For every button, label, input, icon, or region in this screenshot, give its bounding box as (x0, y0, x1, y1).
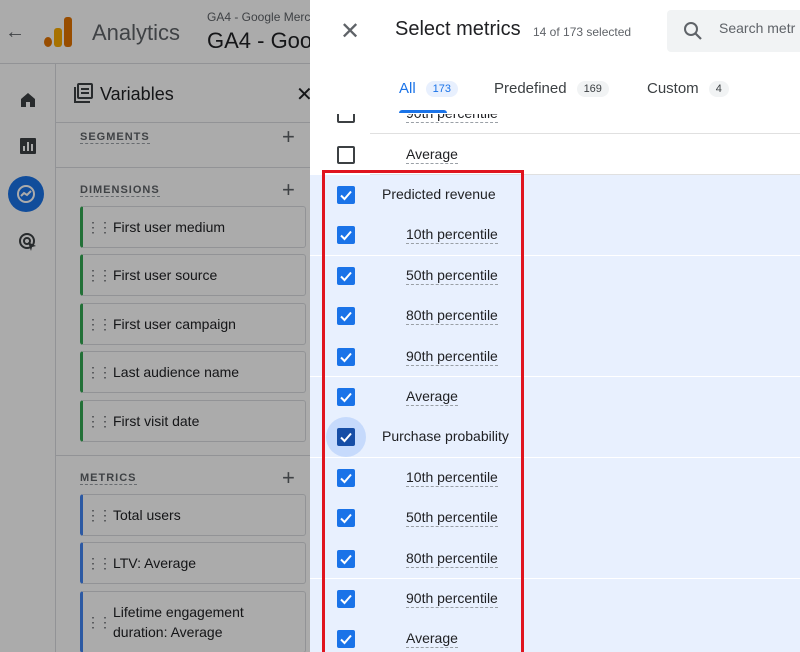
checkbox-checked[interactable] (337, 509, 355, 528)
metric-label: 80th percentile (406, 307, 498, 326)
checkbox-checked[interactable] (337, 630, 355, 649)
search-icon[interactable] (683, 21, 703, 46)
checkbox-unchecked[interactable] (337, 114, 355, 124)
metric-group-label: Purchase probability (382, 428, 509, 445)
select-metrics-dialog: ✕ Select metrics 14 of 173 selected All … (310, 0, 800, 652)
metric-label: 10th percentile (406, 226, 498, 245)
tab-predefined[interactable]: Predefined 169 (494, 80, 609, 114)
dialog-title: Select metrics (395, 18, 521, 40)
tab-custom[interactable]: Custom 4 (647, 80, 729, 114)
checkbox-checked[interactable] (337, 387, 355, 406)
close-icon[interactable]: ✕ (338, 18, 362, 46)
tab-label: All (399, 80, 416, 97)
metric-label: 90th percentile (406, 114, 498, 124)
checkbox-checked[interactable] (337, 307, 355, 326)
count-badge: 4 (708, 81, 729, 97)
tab-all[interactable]: All 173 (399, 80, 459, 114)
metric-row[interactable]: 10th percentile (310, 457, 800, 498)
count-badge: 173 (425, 81, 459, 97)
metric-label: Average (406, 145, 458, 164)
count-badge: 169 (576, 81, 609, 97)
selected-count: 14 of 173 selected (533, 25, 632, 39)
metric-label: Average (406, 387, 458, 406)
checkbox-checked[interactable] (337, 549, 355, 568)
modal-scrim[interactable] (0, 0, 310, 652)
metric-label: 10th percentile (406, 468, 498, 487)
active-tab-indicator (399, 110, 447, 113)
metric-row[interactable]: 90th percentile (310, 578, 800, 619)
metric-label: 90th percentile (406, 589, 498, 608)
metric-row[interactable]: 90th percentile (310, 114, 800, 135)
metric-row[interactable]: 90th percentile (310, 336, 800, 377)
tab-label: Custom (647, 80, 699, 97)
tab-label: Predefined (494, 80, 567, 97)
checkbox-unchecked[interactable] (337, 145, 355, 164)
metric-row[interactable]: Average (310, 134, 800, 175)
metric-label: 50th percentile (406, 266, 498, 285)
metric-row[interactable]: Purchase probability (310, 417, 800, 458)
metric-row[interactable]: Predicted revenue (310, 174, 800, 215)
metric-list: 90th percentile Average Predicted revenue 1… (310, 114, 800, 652)
metric-label: 90th percentile (406, 347, 498, 366)
metric-row[interactable]: 80th percentile (310, 538, 800, 579)
metric-group-label: Predicted revenue (382, 185, 496, 202)
checkbox-checked[interactable] (337, 266, 355, 285)
checkbox-checked[interactable] (337, 185, 355, 204)
metric-row[interactable]: 80th percentile (310, 296, 800, 336)
search-box[interactable] (667, 10, 800, 52)
metric-row[interactable]: Average (310, 376, 800, 417)
checkbox-checked[interactable] (337, 428, 355, 447)
metric-row[interactable]: Average (310, 619, 800, 652)
checkbox-checked[interactable] (337, 226, 355, 245)
search-input[interactable] (719, 20, 800, 36)
metric-label: 50th percentile (406, 509, 498, 528)
metric-label: Average (406, 630, 458, 649)
checkbox-checked[interactable] (337, 468, 355, 487)
checkbox-checked[interactable] (337, 589, 355, 608)
checkbox-checked[interactable] (337, 347, 355, 366)
metric-row[interactable]: 50th percentile (310, 498, 800, 538)
metric-label: 80th percentile (406, 549, 498, 568)
metric-row[interactable]: 50th percentile (310, 255, 800, 296)
metric-row[interactable]: 10th percentile (310, 215, 800, 256)
